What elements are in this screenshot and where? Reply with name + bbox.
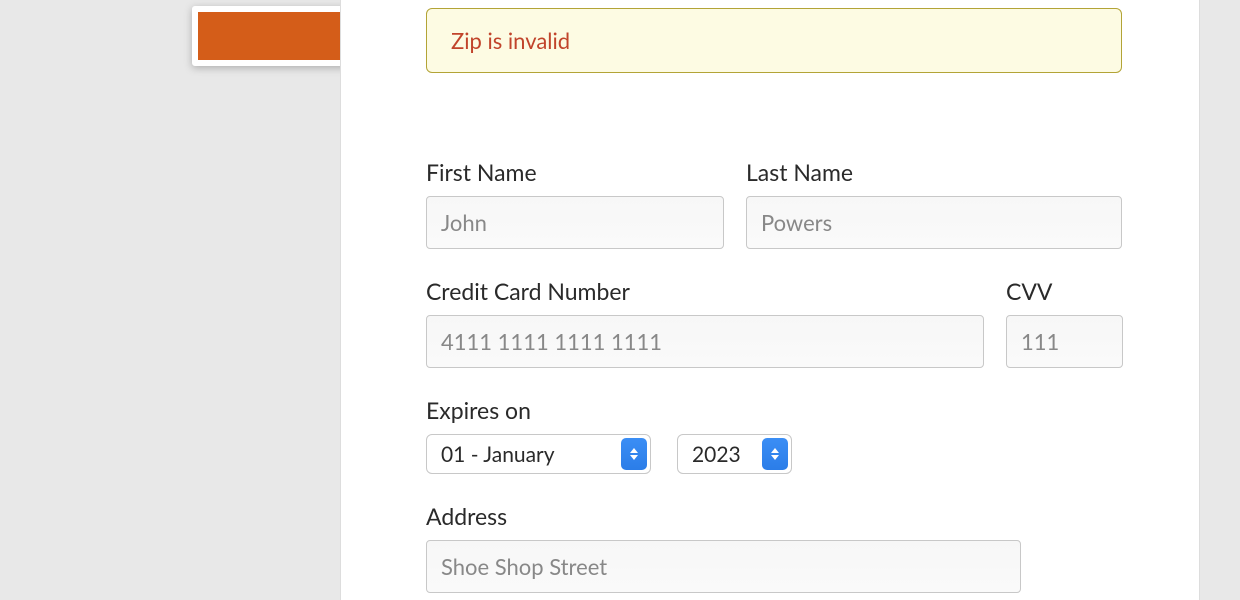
- last-name-input[interactable]: [746, 196, 1122, 249]
- cvv-group: CVV: [1006, 277, 1123, 368]
- credit-card-group: Credit Card Number: [426, 277, 984, 368]
- address-label: Address: [426, 502, 1021, 530]
- chevron-up-down-icon: [621, 438, 647, 470]
- form-panel: Zip is invalid First Name Last Name Cred…: [340, 0, 1200, 600]
- expiry-year-select[interactable]: 2023: [677, 434, 792, 474]
- credit-card-input[interactable]: [426, 315, 984, 368]
- name-row: First Name Last Name: [426, 158, 1124, 249]
- last-name-label: Last Name: [746, 158, 1122, 186]
- expires-group: Expires on 01 - January 2023: [426, 396, 1124, 474]
- credit-card-label: Credit Card Number: [426, 277, 984, 305]
- first-name-label: First Name: [426, 158, 724, 186]
- expiry-month-select[interactable]: 01 - January: [426, 434, 651, 474]
- expires-selects-row: 01 - January 2023: [426, 434, 1124, 474]
- cvv-label: CVV: [1006, 277, 1123, 305]
- expiry-month-value: 01 - January: [427, 442, 621, 467]
- first-name-input[interactable]: [426, 196, 724, 249]
- last-name-group: Last Name: [746, 158, 1122, 249]
- address-group: Address: [426, 502, 1021, 593]
- validation-error-alert: Zip is invalid: [426, 8, 1122, 73]
- address-input[interactable]: [426, 540, 1021, 593]
- card-row: Credit Card Number CVV: [426, 277, 1124, 368]
- error-message: Zip is invalid: [451, 27, 570, 54]
- chevron-up-down-icon: [762, 438, 788, 470]
- expiry-year-value: 2023: [678, 442, 762, 467]
- cvv-input[interactable]: [1006, 315, 1123, 368]
- expires-label: Expires on: [426, 396, 1124, 424]
- first-name-group: First Name: [426, 158, 724, 249]
